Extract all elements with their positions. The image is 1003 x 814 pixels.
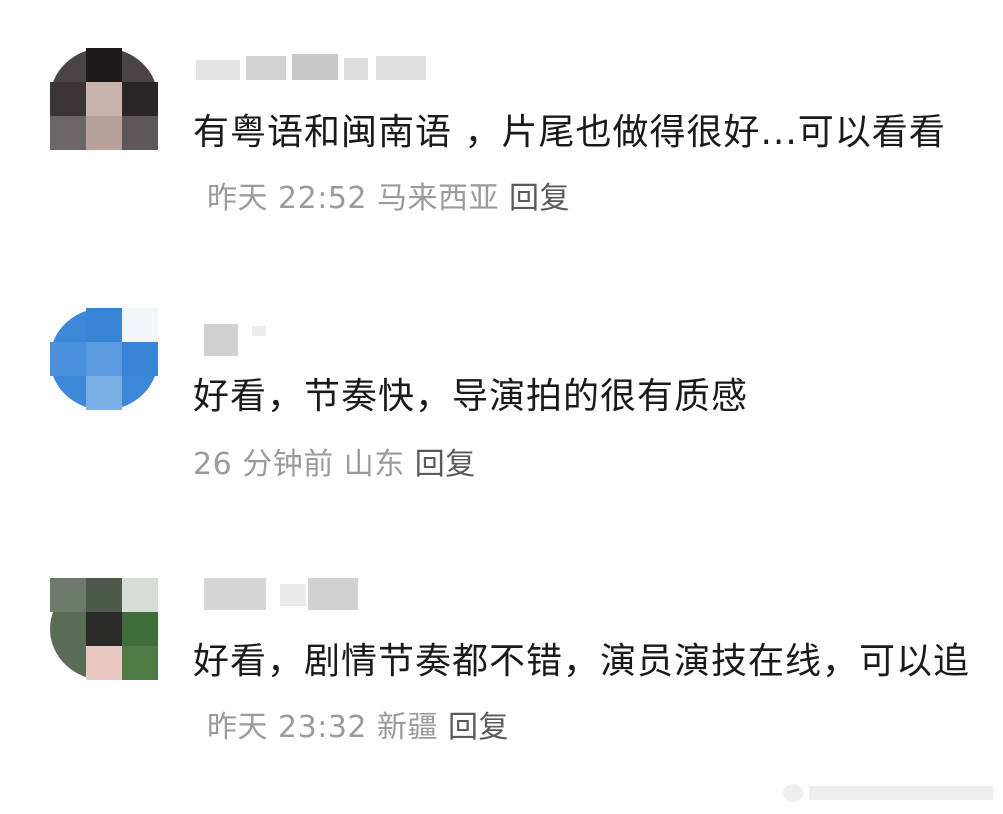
avatar[interactable]: [50, 48, 158, 150]
comment-time: 昨天 23:32: [207, 710, 367, 745]
comment-text: 好看，剧情节奏都不错，演员演技在线，可以追昨天 23:32 新疆 回复: [193, 630, 989, 760]
reply-button[interactable]: 回复: [448, 710, 509, 745]
comment-meta: 昨天 22:52 马来西亚 回复: [207, 181, 580, 216]
username-blurred[interactable]: [196, 52, 436, 84]
comment-location: 马来西亚: [377, 181, 499, 216]
comment-text: 有粤语和闽南语 ，片尾也做得很好...可以看看昨天 22:52 马来西亚 回复: [193, 101, 989, 231]
avatar[interactable]: [50, 578, 158, 680]
comment-body: 有粤语和闽南语 ，片尾也做得很好...可以看看: [193, 112, 946, 153]
username-blurred[interactable]: [196, 578, 396, 610]
comment-meta: 26 分钟前 山东 回复: [193, 445, 486, 485]
comment-location: 山东: [343, 447, 405, 482]
comment-item: 好看，节奏快，导演拍的很有质感 26 分钟前 山东 回复: [0, 290, 1003, 520]
comment-body: 好看，节奏快，导演拍的很有质感: [193, 376, 749, 417]
comment-time: 26 分钟前: [193, 447, 334, 482]
comment-meta: 昨天 23:32 新疆 回复: [207, 710, 519, 745]
comment-time: 昨天 22:52: [207, 181, 367, 216]
comment-location: 新疆: [377, 710, 438, 745]
reply-button[interactable]: 回复: [509, 181, 570, 216]
comment-text: 好看，节奏快，导演拍的很有质感: [193, 365, 989, 429]
username-blurred[interactable]: [196, 324, 276, 356]
comment-body: 好看，剧情节奏都不错，演员演技在线，可以追: [193, 641, 971, 682]
comment-item: 好看，剧情节奏都不错，演员演技在线，可以追昨天 23:32 新疆 回复: [0, 560, 1003, 780]
comment-item: 有粤语和闽南语 ，片尾也做得很好...可以看看昨天 22:52 马来西亚 回复: [0, 0, 1003, 260]
watermark-logo: [783, 782, 993, 804]
avatar[interactable]: [50, 308, 158, 410]
reply-button[interactable]: 回复: [415, 447, 476, 482]
